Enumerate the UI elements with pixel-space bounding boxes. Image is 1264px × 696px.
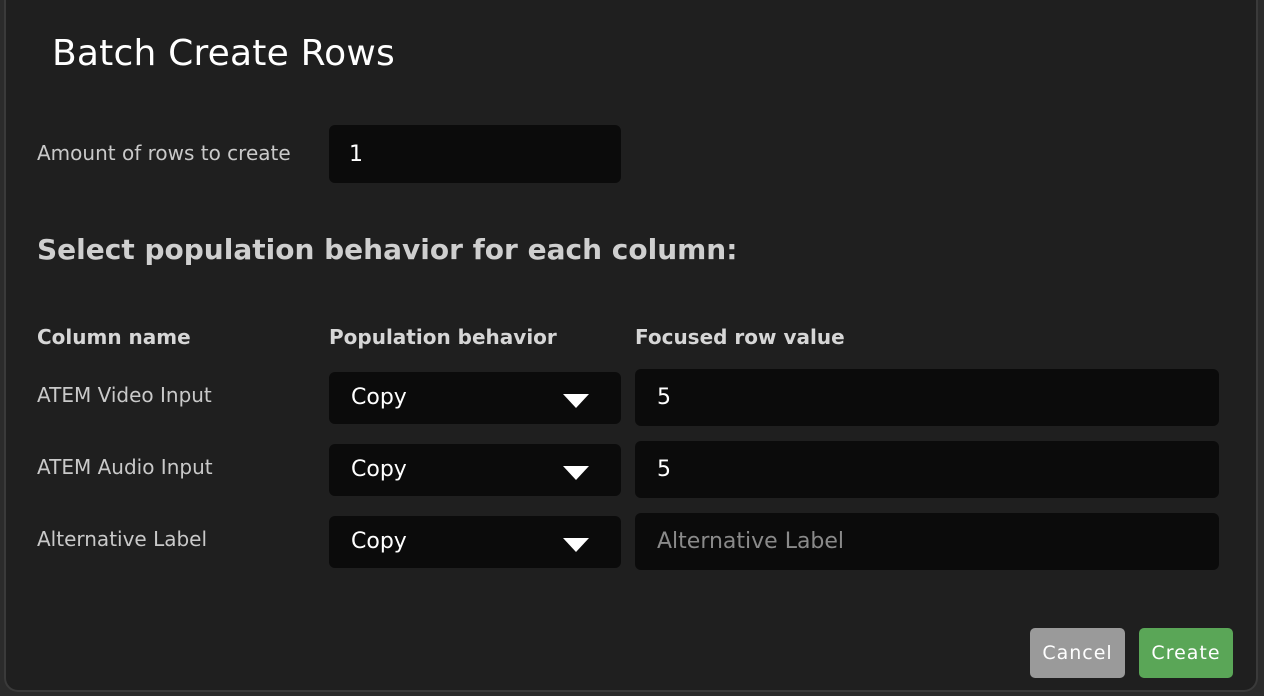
behavior-select-alternative-label[interactable]: Copy bbox=[329, 516, 621, 568]
dialog-title: Batch Create Rows bbox=[52, 33, 396, 74]
amount-input[interactable] bbox=[329, 125, 621, 183]
batch-create-rows-dialog: Batch Create Rows Amount of rows to crea… bbox=[4, 0, 1258, 692]
value-input-alternative-label[interactable] bbox=[635, 513, 1219, 570]
row-label-atem-audio-input: ATEM Audio Input bbox=[37, 455, 213, 479]
focused-row-value-header: Focused row value bbox=[635, 325, 845, 349]
row-label-alternative-label: Alternative Label bbox=[37, 527, 208, 551]
create-button[interactable]: Create bbox=[1139, 628, 1233, 678]
behavior-select-value: Copy bbox=[351, 529, 407, 554]
chevron-down-icon bbox=[563, 394, 589, 408]
behavior-select-atem-audio-input[interactable]: Copy bbox=[329, 444, 621, 496]
value-input-atem-video-input[interactable] bbox=[635, 369, 1219, 426]
cancel-button[interactable]: Cancel bbox=[1030, 628, 1125, 678]
behavior-select-value: Copy bbox=[351, 457, 407, 482]
chevron-down-icon bbox=[563, 538, 589, 552]
chevron-down-icon bbox=[563, 466, 589, 480]
column-name-header: Column name bbox=[37, 325, 191, 349]
behavior-select-value: Copy bbox=[351, 385, 407, 410]
population-behavior-header: Population behavior bbox=[329, 325, 557, 349]
section-heading: Select population behavior for each colu… bbox=[37, 233, 738, 266]
value-input-atem-audio-input[interactable] bbox=[635, 441, 1219, 498]
behavior-select-atem-video-input[interactable]: Copy bbox=[329, 372, 621, 424]
amount-label: Amount of rows to create bbox=[37, 141, 291, 165]
row-label-atem-video-input: ATEM Video Input bbox=[37, 383, 212, 407]
